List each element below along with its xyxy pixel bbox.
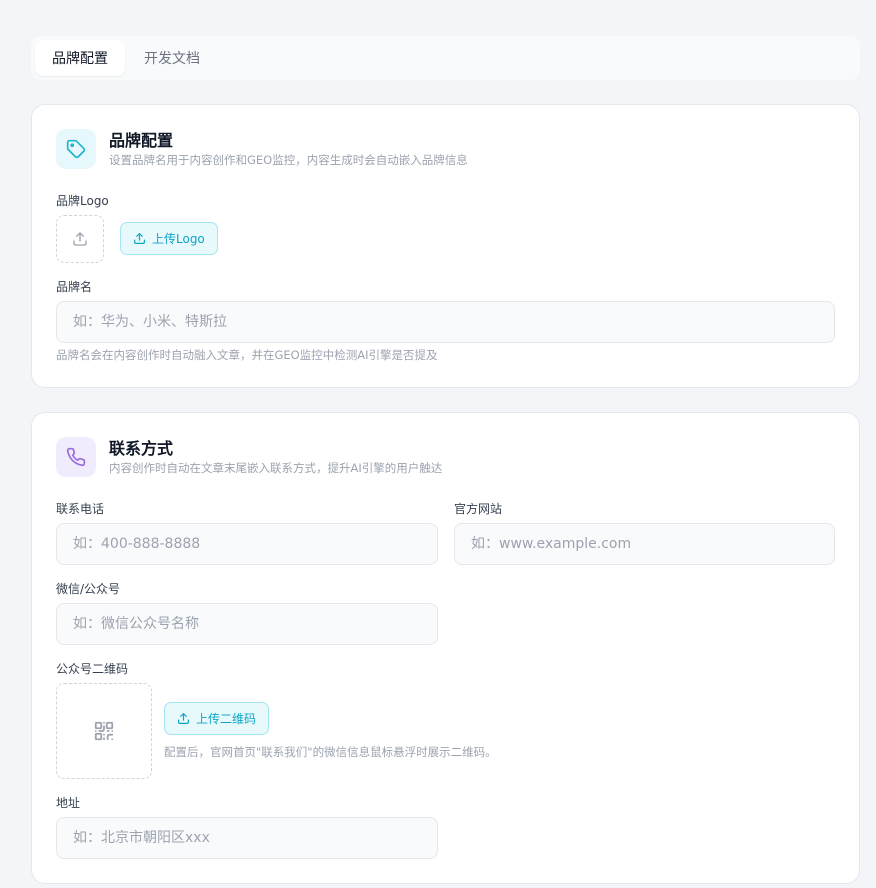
upload-logo-button[interactable]: 上传Logo — [120, 222, 218, 255]
upload-qrcode-label: 上传二维码 — [196, 712, 257, 726]
qrcode-hint: 配置后，官网首页"联系我们"的微信信息鼠标悬浮时展示二维码。 — [164, 745, 497, 759]
phone-label: 联系电话 — [56, 502, 105, 516]
tab-brand-config[interactable]: 品牌配置 — [35, 40, 125, 76]
brand-logo-label: 品牌Logo — [56, 194, 109, 208]
phone-icon — [56, 437, 96, 477]
logo-upload-box[interactable] — [56, 215, 104, 263]
contact-card-subtitle: 内容创作时自动在文章末尾嵌入联系方式，提升AI引擎的用户触达 — [109, 461, 443, 475]
qrcode-label: 公众号二维码 — [56, 662, 129, 676]
wechat-input[interactable] — [56, 603, 438, 645]
brand-card-subtitle: 设置品牌名用于内容创作和GEO监控，内容生成时会自动嵌入品牌信息 — [109, 153, 468, 167]
contact-card-header: 联系方式 内容创作时自动在文章末尾嵌入联系方式，提升AI引擎的用户触达 — [56, 437, 442, 477]
website-input[interactable] — [454, 523, 835, 565]
brand-card-header: 品牌配置 设置品牌名用于内容创作和GEO监控，内容生成时会自动嵌入品牌信息 — [56, 129, 468, 169]
contact-card: 联系方式 内容创作时自动在文章末尾嵌入联系方式，提升AI引擎的用户触达 联系电话… — [31, 412, 860, 884]
brand-name-input[interactable] — [56, 301, 835, 343]
upload-icon — [73, 232, 87, 246]
brand-name-label: 品牌名 — [56, 280, 93, 294]
qrcode-icon — [94, 721, 114, 741]
qrcode-upload-box[interactable] — [56, 683, 152, 779]
tab-dev-docs[interactable]: 开发文档 — [127, 40, 217, 76]
tab-bar: 品牌配置 开发文档 — [31, 36, 860, 80]
tag-icon — [56, 129, 96, 169]
brand-card-title: 品牌配置 — [109, 131, 174, 150]
brand-name-hint: 品牌名会在内容创作时自动融入文章，并在GEO监控中检测AI引擎是否提及 — [56, 348, 438, 362]
address-input[interactable] — [56, 817, 438, 859]
phone-input[interactable] — [56, 523, 438, 565]
website-label: 官方网站 — [454, 502, 503, 516]
upload-logo-label: 上传Logo — [152, 232, 205, 246]
upload-icon — [134, 233, 145, 244]
wechat-label: 微信/公众号 — [56, 582, 121, 596]
contact-card-title: 联系方式 — [109, 439, 174, 458]
upload-qrcode-button[interactable]: 上传二维码 — [164, 702, 270, 735]
upload-icon — [178, 713, 189, 724]
address-label: 地址 — [56, 796, 81, 810]
brand-config-card: 品牌配置 设置品牌名用于内容创作和GEO监控，内容生成时会自动嵌入品牌信息 品牌… — [31, 104, 860, 388]
